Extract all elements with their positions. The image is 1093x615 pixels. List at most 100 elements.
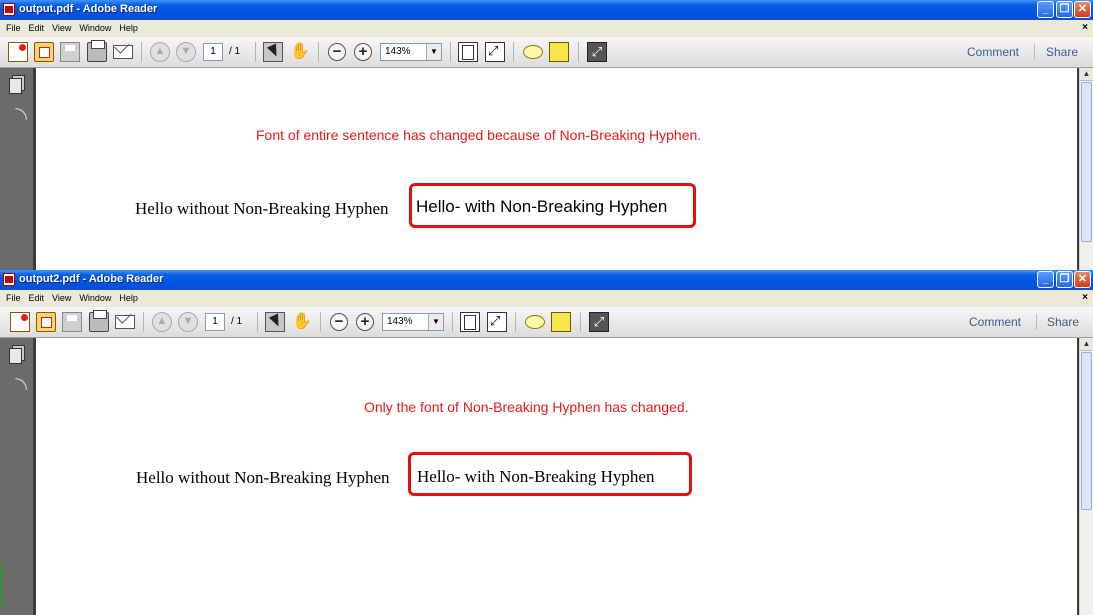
attachments-paperclip-icon[interactable]: ⌒ <box>5 105 30 130</box>
attachments-paperclip-icon[interactable]: ⌒ <box>5 375 30 400</box>
text-without-nb-hyphen: Hello without Non-Breaking Hyphen <box>135 199 389 218</box>
zoom-value: 143% <box>385 46 411 57</box>
print-icon[interactable] <box>89 310 109 332</box>
toolbar-separator <box>318 42 319 62</box>
title-bar[interactable]: output2.pdf - Adobe Reader _ ❐ ✕ <box>0 270 1093 290</box>
menu-file[interactable]: File <box>6 23 21 33</box>
scroll-up-arrow-icon[interactable]: ▲ <box>1080 68 1093 81</box>
zoom-out-icon[interactable]: − <box>328 43 346 61</box>
next-page-icon[interactable]: ▼ <box>176 42 196 62</box>
zoom-in-icon[interactable]: + <box>356 313 374 331</box>
next-page-icon[interactable]: ▼ <box>178 312 198 332</box>
document-close-icon[interactable]: × <box>1082 292 1088 303</box>
menu-window[interactable]: Window <box>79 293 111 303</box>
vertical-scrollbar[interactable]: ▲ <box>1079 338 1093 615</box>
page-number-input[interactable]: 1 <box>203 43 223 61</box>
menu-help[interactable]: Help <box>119 293 138 303</box>
print-icon[interactable] <box>87 40 107 62</box>
document-area[interactable]: Only the font of Non-Breaking Hyphen has… <box>33 338 1080 615</box>
toolbar-separator <box>580 312 581 332</box>
page-number-input[interactable]: 1 <box>205 313 225 331</box>
pages-panel-icon[interactable] <box>9 75 25 94</box>
expand-view-icon[interactable]: ⤢ <box>587 42 607 62</box>
fit-width-icon[interactable] <box>485 42 505 62</box>
toolbar: ▲ ▼ 1 / 1 ✋ − + 143% ▼ ⤢ Comment Share <box>0 37 1093 68</box>
toolbar-separator <box>257 312 258 332</box>
toolbar-separator <box>578 42 579 62</box>
save-icon[interactable] <box>62 312 82 332</box>
chevron-down-icon[interactable]: ▼ <box>426 44 441 60</box>
hand-tool-icon[interactable]: ✋ <box>290 42 310 62</box>
navigation-panel: ⌒ <box>0 338 33 615</box>
toolbar-separator <box>1034 44 1035 60</box>
toolbar-separator <box>255 42 256 62</box>
sticky-note-icon[interactable] <box>525 315 545 329</box>
fit-width-icon[interactable] <box>487 312 507 332</box>
text-with-nb-hyphen: Hello- with Non-Breaking Hyphen <box>416 197 668 216</box>
annotation-note: Font of entire sentence has changed beca… <box>256 127 702 143</box>
window-title: output.pdf - Adobe Reader <box>19 3 158 15</box>
scrollbar-thumb[interactable] <box>1081 352 1092 510</box>
scrollbar-thumb[interactable] <box>1081 82 1092 242</box>
zoom-value: 143% <box>387 316 413 327</box>
menu-edit[interactable]: Edit <box>29 293 45 303</box>
create-pdf-icon[interactable] <box>34 42 54 62</box>
maximize-button[interactable]: ❐ <box>1056 1 1073 18</box>
navigation-panel: ⌒ <box>0 68 33 270</box>
previous-page-icon[interactable]: ▲ <box>150 42 170 62</box>
expand-view-icon[interactable]: ⤢ <box>589 312 609 332</box>
comment-button[interactable]: Comment <box>969 315 1021 329</box>
toolbar-separator <box>515 312 516 332</box>
fit-page-icon[interactable] <box>460 312 480 332</box>
comment-button[interactable]: Comment <box>967 45 1019 59</box>
email-icon[interactable] <box>115 315 135 329</box>
chevron-down-icon[interactable]: ▼ <box>428 314 443 330</box>
menu-edit[interactable]: Edit <box>29 23 45 33</box>
email-icon[interactable] <box>113 45 133 59</box>
menu-help[interactable]: Help <box>119 23 138 33</box>
toolbar-separator <box>450 42 451 62</box>
maximize-button[interactable]: ❐ <box>1056 271 1073 288</box>
zoom-level-select[interactable]: 143% ▼ <box>382 313 444 331</box>
previous-page-icon[interactable]: ▲ <box>152 312 172 332</box>
vertical-scrollbar[interactable]: ▲ <box>1079 68 1093 270</box>
zoom-out-icon[interactable]: − <box>330 313 348 331</box>
minimize-button[interactable]: _ <box>1037 1 1054 18</box>
document-close-icon[interactable]: × <box>1082 22 1088 33</box>
menu-bar: File Edit View Window Help × <box>0 20 1093 37</box>
close-button[interactable]: ✕ <box>1074 271 1091 288</box>
title-bar[interactable]: output.pdf - Adobe Reader _ ❐ ✕ <box>0 0 1093 20</box>
zoom-level-select[interactable]: 143% ▼ <box>380 43 442 61</box>
adobe-reader-app-icon <box>3 3 15 16</box>
sticky-note-icon[interactable] <box>523 45 543 59</box>
highlight-text-icon[interactable] <box>549 42 569 62</box>
menu-view[interactable]: View <box>52 293 71 303</box>
highlight-text-icon[interactable] <box>551 312 571 332</box>
zoom-in-icon[interactable]: + <box>354 43 372 61</box>
share-button[interactable]: Share <box>1047 315 1079 329</box>
open-file-icon[interactable] <box>8 42 28 62</box>
adobe-reader-app-icon <box>3 273 15 286</box>
hand-tool-icon[interactable]: ✋ <box>292 312 312 332</box>
toolbar-separator <box>513 42 514 62</box>
document-area[interactable]: Font of entire sentence has changed beca… <box>33 68 1080 270</box>
pages-panel-icon[interactable] <box>9 345 25 364</box>
toolbar-separator <box>141 42 142 62</box>
page-total: / 1 <box>229 46 241 57</box>
page-total: / 1 <box>231 316 243 327</box>
save-icon[interactable] <box>60 42 80 62</box>
select-tool-icon[interactable] <box>265 312 285 332</box>
menu-window[interactable]: Window <box>79 23 111 33</box>
scroll-up-arrow-icon[interactable]: ▲ <box>1080 338 1093 351</box>
open-file-icon[interactable] <box>10 312 30 332</box>
minimize-button[interactable]: _ <box>1037 271 1054 288</box>
toolbar-separator <box>143 312 144 332</box>
select-tool-icon[interactable] <box>263 42 283 62</box>
close-button[interactable]: ✕ <box>1074 1 1091 18</box>
create-pdf-icon[interactable] <box>36 312 56 332</box>
fit-page-icon[interactable] <box>458 42 478 62</box>
menu-view[interactable]: View <box>52 23 71 33</box>
menu-bar: File Edit View Window Help × <box>0 290 1093 307</box>
menu-file[interactable]: File <box>6 293 21 303</box>
share-button[interactable]: Share <box>1046 45 1078 59</box>
